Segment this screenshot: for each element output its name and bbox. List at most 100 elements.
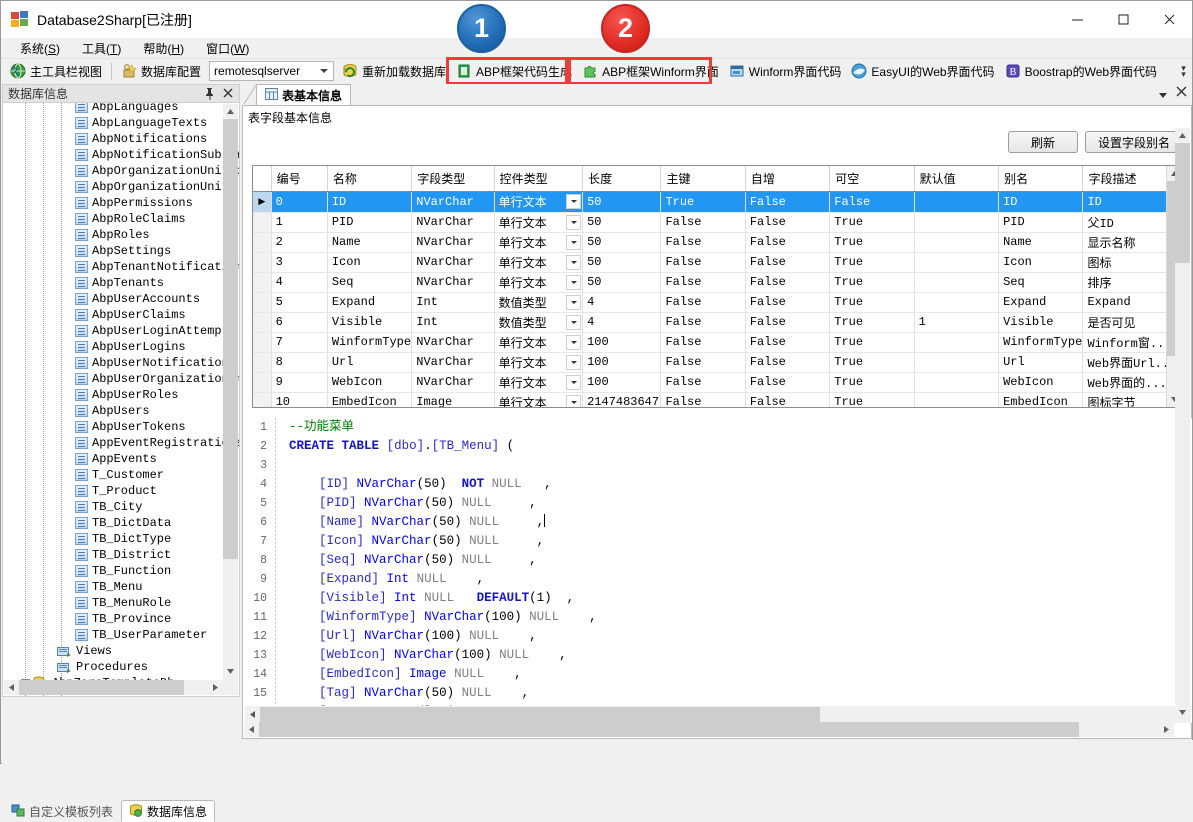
chevron-down-icon[interactable] xyxy=(566,334,582,350)
grid-cell-identity[interactable]: False xyxy=(745,372,831,393)
doc-scroll-down-icon[interactable] xyxy=(1175,705,1190,720)
tree-node[interactable]: AbpUsers xyxy=(3,403,223,419)
tree-node[interactable]: AbpUserOrganizationUni xyxy=(3,371,239,387)
grid-cell-num[interactable]: 7 xyxy=(271,332,328,353)
grid-cell-type[interactable]: NVarChar xyxy=(411,191,495,213)
doc-scroll-right-icon[interactable] xyxy=(1159,722,1174,737)
tree-node[interactable]: AbpLanguages xyxy=(3,103,223,115)
grid-cell-control[interactable]: 单行文本 xyxy=(494,332,584,353)
connection-select[interactable]: remotesqlserver xyxy=(209,61,335,81)
tree-node[interactable]: TB_Function xyxy=(3,563,223,579)
grid-cell-name[interactable]: ID xyxy=(327,191,413,213)
toolbar-easyui-web-code-button[interactable]: EasyUI的Web界面代码 xyxy=(846,60,999,83)
grid-cell-type[interactable]: NVarChar xyxy=(411,212,495,233)
grid-cell-length[interactable]: 50 xyxy=(582,232,662,253)
row-header-cell[interactable] xyxy=(253,352,272,373)
grid-cell-type[interactable]: Int xyxy=(411,292,495,313)
table-row[interactable]: ▶ 0 ID NVarChar 单行文本 50 True False False ID ID xyxy=(253,191,1168,213)
tree-node[interactable]: AbpRoleClaims xyxy=(3,211,223,227)
grid-cell-name[interactable]: EmbedIcon xyxy=(327,392,413,407)
tree-node[interactable]: T_Product xyxy=(3,483,223,499)
grid-cell-nullable[interactable]: True xyxy=(829,332,915,353)
grid-cell-num[interactable]: 1 xyxy=(271,212,328,233)
tree-node[interactable]: AbpNotificationSubscri xyxy=(3,147,239,163)
close-icon[interactable] xyxy=(1146,1,1192,38)
toolbar-db-config-button[interactable]: 数据库配置 xyxy=(116,60,206,83)
grid-cell-desc[interactable]: Expand xyxy=(1082,292,1168,313)
grid-cell-desc[interactable]: 显示名称 xyxy=(1082,232,1168,253)
grid-cell-nullable[interactable]: False xyxy=(829,191,915,213)
grid-cell-length[interactable]: 50 xyxy=(582,191,662,213)
grid-cell-alias[interactable]: Name xyxy=(998,232,1084,253)
tree-node[interactable]: AbpPermissions xyxy=(3,195,223,211)
chevron-down-icon[interactable] xyxy=(566,354,582,370)
maximize-icon[interactable] xyxy=(1100,1,1146,38)
toolbar-main-view-button[interactable]: 主工具栏视图 xyxy=(5,60,107,83)
grid-cell-type[interactable]: NVarChar xyxy=(411,352,495,373)
grid-cell-alias[interactable]: Url xyxy=(998,352,1084,373)
grid-cell-alias[interactable]: PID xyxy=(998,212,1084,233)
grid-cell-default[interactable] xyxy=(914,272,1000,293)
grid-cell-default[interactable] xyxy=(914,392,1000,407)
grid-cell-nullable[interactable]: True xyxy=(829,352,915,373)
grid-cell-num[interactable]: 4 xyxy=(271,272,328,293)
row-header-cell[interactable] xyxy=(253,332,272,353)
tree-node[interactable]: AppEvents xyxy=(3,451,223,467)
grid-cell-pk[interactable]: False xyxy=(660,372,746,393)
grid-cell-length[interactable]: 2147483647 xyxy=(582,392,662,407)
grid-cell-alias[interactable]: WinformType xyxy=(998,332,1084,353)
refresh-button[interactable]: 刷新 xyxy=(1007,131,1078,153)
grid-cell-nullable[interactable]: True xyxy=(829,212,915,233)
table-row[interactable]: 6 Visible Int 数值类型 4 False False True 1 Visible 是否… xyxy=(253,312,1168,333)
grid-cell-name[interactable]: Icon xyxy=(327,252,413,273)
grid-cell-pk[interactable]: False xyxy=(660,312,746,333)
database-tree[interactable]: AbpLanguages AbpLanguageTexts AbpNotificat… xyxy=(2,103,240,697)
table-row[interactable]: 5 Expand Int 数值类型 4 False False True Expand Expan… xyxy=(253,292,1168,313)
pin-icon[interactable] xyxy=(203,86,216,104)
grid-cell-identity[interactable]: False xyxy=(745,312,831,333)
grid-cell-control[interactable]: 单行文本 xyxy=(494,252,584,273)
field-data-grid[interactable]: 编号 名称 字段类型 控件类型 长度 主键 自增 可空 默认值 别名 字段描述 ▶ 0 ID NVarCh… xyxy=(252,165,1182,408)
table-row[interactable]: 1 PID NVarChar 单行文本 50 False False True PID 父ID xyxy=(253,212,1168,233)
tree-node[interactable]: AbpNotifications xyxy=(3,131,223,147)
tree-node[interactable]: TB_District xyxy=(3,547,223,563)
chevron-down-icon[interactable] xyxy=(566,394,582,407)
tree-node[interactable]: AppEventRegistrations xyxy=(3,435,239,451)
tree-node[interactable]: AbpTenants xyxy=(3,275,223,291)
toolbar-abp-code-gen-button[interactable]: ABP框架代码生成 xyxy=(451,60,577,83)
grid-cell-length[interactable]: 100 xyxy=(582,372,662,393)
tree-node[interactable]: TB_DictData xyxy=(3,515,223,531)
grid-cell-alias[interactable]: ID xyxy=(998,191,1084,213)
scroll-right-arrow-icon[interactable] xyxy=(208,680,223,695)
set-field-alias-button[interactable]: 设置字段别名 xyxy=(1084,131,1183,153)
row-header-cell[interactable] xyxy=(253,392,272,407)
grid-cell-desc[interactable]: Winform窗... xyxy=(1082,332,1168,353)
doc-scroll-up-icon[interactable] xyxy=(1175,128,1190,143)
tree-node[interactable]: Procedures xyxy=(3,659,223,675)
grid-cell-name[interactable]: Name xyxy=(327,232,413,253)
table-row[interactable]: 7 WinformType NVarChar 单行文本 100 False False Tru… xyxy=(253,332,1168,353)
sql-editor[interactable]: 12345678910111213141516171819 --功能菜单CREA… xyxy=(244,418,1192,723)
grid-cell-default[interactable] xyxy=(914,332,1000,353)
tree-node[interactable]: TB_MenuRole xyxy=(3,595,223,611)
grid-cell-pk[interactable]: False xyxy=(660,292,746,313)
tree-node[interactable]: AbpLanguageTexts xyxy=(3,115,223,131)
tree-vertical-scrollbar[interactable] xyxy=(223,104,238,695)
grid-column-header[interactable]: 默认值 xyxy=(914,166,1000,192)
tree-node[interactable]: AbpOrganizationUnits xyxy=(3,179,236,195)
grid-cell-default[interactable] xyxy=(914,232,1000,253)
scroll-left-arrow-icon[interactable] xyxy=(4,680,19,695)
grid-cell-alias[interactable]: EmbedIcon xyxy=(998,392,1084,407)
grid-column-header[interactable]: 编号 xyxy=(271,166,328,192)
grid-cell-num[interactable]: 3 xyxy=(271,252,328,273)
grid-column-header[interactable]: 自增 xyxy=(745,166,831,192)
grid-cell-pk[interactable]: False xyxy=(660,252,746,273)
tree-horizontal-scrollbar[interactable] xyxy=(4,680,223,695)
grid-cell-desc[interactable]: 是否可见 xyxy=(1082,312,1168,333)
grid-cell-default[interactable] xyxy=(914,252,1000,273)
table-row[interactable]: 10 EmbedIcon Image 单行文本 2147483647 False False… xyxy=(253,392,1168,407)
grid-cell-identity[interactable]: False xyxy=(745,212,831,233)
grid-cell-default[interactable] xyxy=(914,352,1000,373)
document-vertical-scrollbar[interactable] xyxy=(1175,128,1190,720)
grid-cell-num[interactable]: 0 xyxy=(271,191,328,213)
